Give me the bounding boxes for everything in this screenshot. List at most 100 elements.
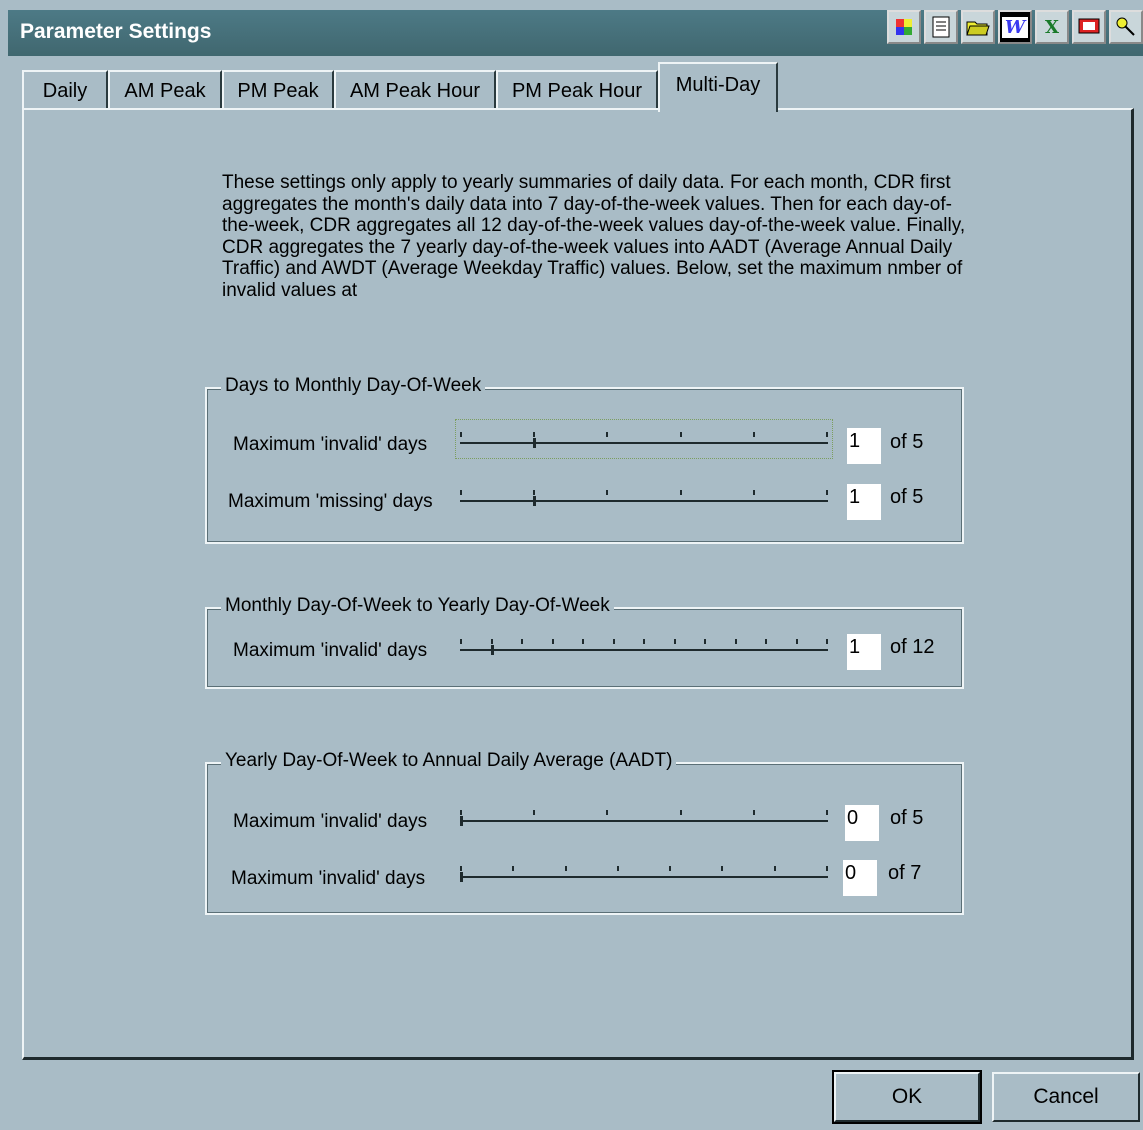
invalid-days-label: Maximum 'invalid' days (233, 434, 428, 455)
missing-days-of: of 5 (890, 486, 924, 508)
missing-days-label: Maximum 'missing' days (228, 491, 433, 512)
slider-tick (765, 639, 767, 644)
slider-tick (606, 432, 608, 437)
slider-track (460, 876, 828, 878)
tab-label: Multi-Day (675, 74, 761, 96)
invalid-days-value[interactable]: 1 (847, 428, 881, 464)
cancel-button[interactable]: Cancel (992, 1072, 1140, 1122)
slider-tick (617, 866, 619, 871)
slider-tick (533, 810, 535, 815)
tab-label: AM Peak (124, 80, 206, 102)
excel-icon[interactable]: X (1035, 10, 1069, 44)
screen-icon[interactable] (1072, 10, 1106, 44)
slider-tick (582, 639, 584, 644)
slider-tick (643, 639, 645, 644)
tab-label: AM Peak Hour (349, 80, 481, 102)
notepad-icon[interactable] (924, 10, 958, 44)
excel-glyph: X (1045, 16, 1059, 38)
slider-tick (606, 810, 608, 815)
slider-tick (721, 866, 723, 871)
tab-label: PM Peak (237, 80, 319, 102)
group-days-to-monthly: Days to Monthly Day-Of-Week (205, 375, 964, 544)
tab-am-peak[interactable]: AM Peak (108, 70, 222, 110)
taskbar-icons: W X (887, 10, 1143, 46)
slider-track (460, 442, 828, 444)
slider-tick (826, 490, 828, 495)
description-text: These settings only apply to yearly summ… (222, 172, 966, 301)
title-bar: Parameter Settings W X (8, 10, 1143, 56)
slider-tick (753, 432, 755, 437)
slider-tick (680, 490, 682, 495)
slider-thumb[interactable] (533, 496, 536, 506)
invalid-days-of: of 12 (890, 636, 935, 658)
slider-track (460, 820, 828, 822)
invalid-days-value[interactable]: 0 (843, 860, 877, 896)
slider-tick (460, 639, 462, 644)
tab-multi-day[interactable]: Multi-Day (658, 62, 778, 112)
slider-thumb[interactable] (533, 438, 536, 448)
invalid-days-slider[interactable] (460, 858, 828, 888)
slider-tick (460, 432, 462, 437)
invalid-days-slider[interactable] (460, 802, 828, 832)
tab-pm-peak[interactable]: PM Peak (222, 70, 334, 110)
slider-tick (735, 639, 737, 644)
slider-tick (533, 432, 535, 437)
group-title: Days to Monthly Day-Of-Week (221, 375, 486, 397)
tab-am-peak-hour[interactable]: AM Peak Hour (334, 70, 496, 110)
slider-tick (674, 639, 676, 644)
invalid-days-slider[interactable] (460, 631, 828, 661)
tab-daily[interactable]: Daily (22, 70, 108, 110)
open-folder-icon[interactable] (961, 10, 995, 44)
invalid-days-value[interactable]: 1 (847, 634, 881, 670)
color-palette-icon[interactable] (887, 10, 921, 44)
slider-tick (606, 490, 608, 495)
group-title: Yearly Day-Of-Week to Annual Daily Avera… (221, 750, 677, 772)
tab-pm-peak-hour[interactable]: PM Peak Hour (496, 70, 658, 110)
slider-thumb[interactable] (460, 872, 463, 882)
slider-tick (491, 639, 493, 644)
missing-days-slider[interactable] (460, 482, 828, 512)
word-glyph: W (1001, 16, 1029, 38)
invalid-days-value[interactable]: 0 (845, 805, 879, 841)
slider-tick (680, 432, 682, 437)
slider-tick (680, 810, 682, 815)
invalid-days-label: Maximum 'invalid' days (233, 811, 428, 832)
word-icon[interactable]: W (998, 10, 1032, 44)
slider-tick (512, 866, 514, 871)
window-title: Parameter Settings (20, 20, 212, 43)
slider-tick (826, 432, 828, 437)
slider-tick (460, 490, 462, 495)
slider-tick (704, 639, 706, 644)
slider-tick (533, 490, 535, 495)
slider-tick (460, 810, 462, 815)
tab-label: Daily (42, 80, 88, 102)
invalid-days-label: Maximum 'invalid' days (233, 640, 428, 661)
group-title: Monthly Day-Of-Week to Yearly Day-Of-Wee… (221, 595, 614, 617)
tab-label: PM Peak Hour (511, 80, 643, 102)
slider-tick (460, 866, 462, 871)
slider-track (460, 649, 828, 651)
key-icon[interactable] (1109, 10, 1143, 44)
slider-tick (774, 866, 776, 871)
slider-tick (826, 639, 828, 644)
slider-tick (565, 866, 567, 871)
slider-tick (552, 639, 554, 644)
slider-tick (826, 866, 828, 871)
slider-tick (753, 490, 755, 495)
slider-tick (826, 810, 828, 815)
slider-thumb[interactable] (460, 816, 463, 826)
missing-days-value[interactable]: 1 (847, 484, 881, 520)
slider-tick (521, 639, 523, 644)
invalid-days-of: of 5 (890, 431, 924, 453)
invalid-days-of: of 7 (888, 862, 922, 884)
invalid-days-label: Maximum 'invalid' days (231, 868, 426, 889)
slider-tick (753, 810, 755, 815)
ok-button[interactable]: OK (832, 1070, 982, 1124)
invalid-days-of: of 5 (890, 807, 924, 829)
slider-tick (669, 866, 671, 871)
slider-tick (613, 639, 615, 644)
slider-track (460, 500, 828, 502)
invalid-days-slider[interactable] (455, 419, 833, 459)
slider-thumb[interactable] (491, 645, 494, 655)
slider-tick (796, 639, 798, 644)
